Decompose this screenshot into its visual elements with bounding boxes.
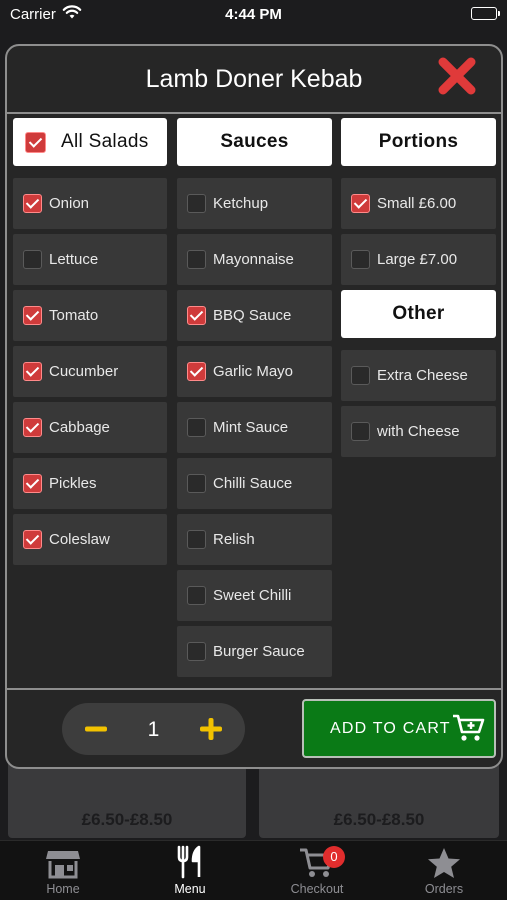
checkbox[interactable] xyxy=(23,530,42,549)
checkbox[interactable] xyxy=(23,306,42,325)
modal-title: Lamb Doner Kebab xyxy=(145,65,363,93)
option-label: Garlic Mayo xyxy=(213,363,294,380)
checkbox[interactable] xyxy=(187,642,206,661)
checkbox[interactable] xyxy=(187,418,206,437)
option-label: Mayonnaise xyxy=(213,251,294,268)
tab-label: Checkout xyxy=(290,882,344,896)
checkbox[interactable] xyxy=(187,194,206,213)
checkbox[interactable] xyxy=(187,250,206,269)
option-label: Mint Sauce xyxy=(213,419,289,436)
tab-menu[interactable]: Menu xyxy=(127,841,253,900)
option-label: Sweet Chilli xyxy=(213,587,292,604)
card-price: £6.50-£8.50 xyxy=(81,810,173,829)
option-label: Lettuce xyxy=(49,251,99,268)
checkbox[interactable] xyxy=(23,250,42,269)
option-tomato[interactable]: Tomato xyxy=(13,290,167,341)
option-onion[interactable]: Onion xyxy=(13,178,167,229)
option-small-portion[interactable]: Small £6.00 xyxy=(341,178,496,229)
clock: 4:44 PM xyxy=(225,6,282,23)
option-large-portion[interactable]: Large £7.00 xyxy=(341,234,496,285)
checkbox[interactable] xyxy=(187,586,206,605)
tab-home[interactable]: Home xyxy=(0,841,126,900)
checkbox[interactable] xyxy=(23,362,42,381)
option-ketchup[interactable]: Ketchup xyxy=(177,178,332,229)
modal-header: Lamb Doner Kebab xyxy=(7,46,501,114)
checkbox[interactable] xyxy=(23,194,42,213)
add-to-cart-button[interactable]: ADD TO CART xyxy=(302,699,496,758)
checkbox[interactable] xyxy=(351,250,370,269)
column-header-portions: Portions xyxy=(341,118,496,166)
checkbox[interactable] xyxy=(23,418,42,437)
checkbox[interactable] xyxy=(187,530,206,549)
plus-icon xyxy=(200,718,222,740)
option-cabbage[interactable]: Cabbage xyxy=(13,402,167,453)
column-header-label: All Salads xyxy=(61,131,149,152)
option-label: Tomato xyxy=(49,307,99,324)
add-cart-icon xyxy=(452,713,486,748)
star-icon xyxy=(428,848,460,878)
checkbox[interactable] xyxy=(187,362,206,381)
card-price: £6.50-£8.50 xyxy=(333,810,425,829)
status-bar: Carrier 4:44 PM xyxy=(0,0,507,30)
option-label: Burger Sauce xyxy=(213,643,305,660)
quantity-stepper: 1 xyxy=(62,703,245,755)
option-sweet-chilli[interactable]: Sweet Chilli xyxy=(177,570,332,621)
option-label: Cucumber xyxy=(49,363,119,380)
option-lettuce[interactable]: Lettuce xyxy=(13,234,167,285)
close-icon xyxy=(438,57,476,95)
option-mint-sauce[interactable]: Mint Sauce xyxy=(177,402,332,453)
checkbox[interactable] xyxy=(187,474,206,493)
checkbox[interactable] xyxy=(351,366,370,385)
option-bbq-sauce[interactable]: BBQ Sauce xyxy=(177,290,332,341)
close-button[interactable] xyxy=(435,54,479,98)
option-burger-sauce[interactable]: Burger Sauce xyxy=(177,626,332,677)
option-label: with Cheese xyxy=(377,423,460,440)
tab-bar: Home Menu Checkout 0 Orders xyxy=(0,840,507,900)
column-header-other: Other xyxy=(341,290,496,338)
increase-quantity-button[interactable] xyxy=(185,703,237,755)
portions-column: Portions Small £6.00 Large £7.00 Other E… xyxy=(341,118,496,457)
tab-label: Home xyxy=(46,882,80,896)
tab-label: Menu xyxy=(174,882,206,896)
fork-knife-icon xyxy=(177,845,201,879)
tab-checkout[interactable]: Checkout 0 xyxy=(254,841,380,900)
tab-label: Orders xyxy=(424,882,464,896)
option-label: Relish xyxy=(213,531,255,548)
option-with-cheese[interactable]: with Cheese xyxy=(341,406,496,457)
option-relish[interactable]: Relish xyxy=(177,514,332,565)
all-salads-toggle[interactable]: All Salads xyxy=(13,118,167,166)
option-extra-cheese[interactable]: Extra Cheese xyxy=(341,350,496,401)
option-label: Chilli Sauce xyxy=(213,475,293,492)
footer-divider xyxy=(7,688,501,690)
option-label: Extra Cheese xyxy=(377,367,468,384)
option-label: Ketchup xyxy=(213,195,269,212)
option-label: Cabbage xyxy=(49,419,110,436)
store-icon xyxy=(46,851,80,879)
checkbox[interactable] xyxy=(187,306,206,325)
all-salads-checkbox[interactable] xyxy=(25,131,46,153)
battery-icon xyxy=(471,7,500,20)
option-label: Large £7.00 xyxy=(377,251,458,268)
add-to-cart-label: ADD TO CART xyxy=(330,719,451,737)
option-pickles[interactable]: Pickles xyxy=(13,458,167,509)
option-garlic-mayo[interactable]: Garlic Mayo xyxy=(177,346,332,397)
column-header-sauces: Sauces xyxy=(177,118,332,166)
checkbox[interactable] xyxy=(23,474,42,493)
option-label: Coleslaw xyxy=(49,531,110,548)
option-label: Small £6.00 xyxy=(377,195,457,212)
tab-orders[interactable]: Orders xyxy=(381,841,507,900)
item-options-modal: Lamb Doner Kebab All Salads Onion Lettuc… xyxy=(5,44,503,769)
cart-count-badge: 0 xyxy=(323,846,345,868)
option-chilli-sauce[interactable]: Chilli Sauce xyxy=(177,458,332,509)
option-mayonnaise[interactable]: Mayonnaise xyxy=(177,234,332,285)
option-label: BBQ Sauce xyxy=(213,307,292,324)
option-label: Onion xyxy=(49,195,90,212)
salads-column: All Salads Onion Lettuce Tomato Cucumber… xyxy=(13,118,167,565)
option-coleslaw[interactable]: Coleslaw xyxy=(13,514,167,565)
option-label: Pickles xyxy=(49,475,97,492)
checkbox[interactable] xyxy=(351,422,370,441)
option-cucumber[interactable]: Cucumber xyxy=(13,346,167,397)
sauces-column: Sauces Ketchup Mayonnaise BBQ Sauce Garl… xyxy=(177,118,332,677)
checkbox[interactable] xyxy=(351,194,370,213)
